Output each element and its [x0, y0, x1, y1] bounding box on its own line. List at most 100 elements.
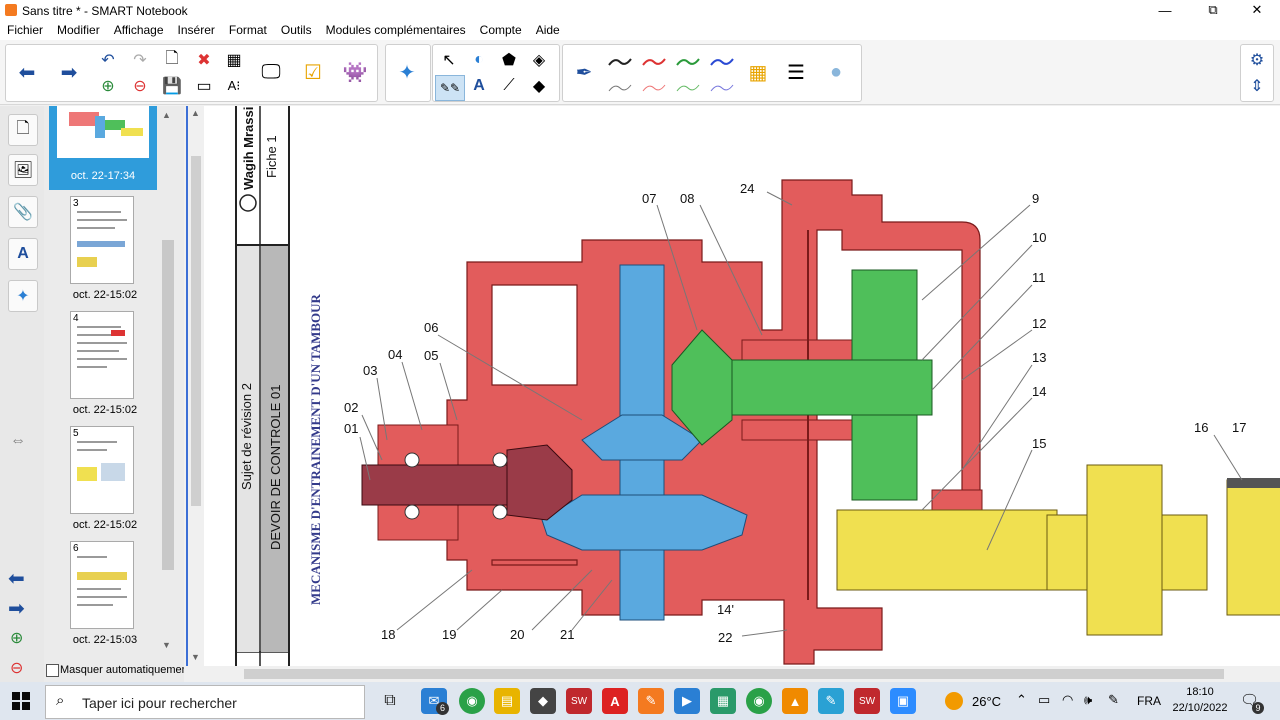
page-thumbnail[interactable]: 3	[70, 196, 134, 284]
menu-modules[interactable]: Modules complémentaires	[319, 23, 473, 37]
menu-inserer[interactable]: Insérer	[171, 23, 222, 37]
whiteboard-canvas[interactable]: Wagih Mrassi Fiche 1 Sujet de révision 2…	[186, 106, 1280, 666]
smart-notebook-icon[interactable]: ✎	[638, 688, 664, 714]
pen-green-icon[interactable]	[675, 55, 701, 69]
autohide-checkbox[interactable]	[46, 664, 59, 677]
sorter-scrollbar[interactable]: ▲ ▼	[162, 110, 174, 660]
wifi-icon[interactable]: ◠	[1062, 692, 1073, 708]
properties-icon[interactable]: A	[8, 238, 38, 270]
add-page-side-icon[interactable]: ⊕	[10, 628, 23, 648]
menu-modifier[interactable]: Modifier	[50, 23, 107, 37]
app-icon-1[interactable]: ◆	[530, 688, 556, 714]
transparency-icon[interactable]: ●	[819, 47, 853, 97]
menu-outils[interactable]: Outils	[274, 23, 319, 37]
chrome-icon-2[interactable]: ◉	[746, 688, 772, 714]
volume-icon[interactable]: 🕪	[1084, 692, 1092, 708]
pens-icon[interactable]: ✎✎	[435, 75, 465, 101]
vlc-icon[interactable]: ▲	[782, 688, 808, 714]
scroll-thumb[interactable]	[244, 669, 1224, 679]
clock-date[interactable]: 22/10/2022	[1170, 702, 1230, 714]
pen-red-icon[interactable]	[641, 55, 667, 69]
forward-arrow-icon[interactable]: ➡	[52, 47, 86, 97]
menu-fichier[interactable]: Fichier	[0, 23, 50, 37]
scroll-thumb[interactable]	[191, 156, 201, 506]
pen-black-thin-icon[interactable]	[607, 81, 633, 95]
scroll-up-icon[interactable]: ▲	[191, 108, 200, 118]
next-page-icon[interactable]: ➡	[8, 596, 25, 621]
maximize-button[interactable]: ⧉	[1190, 0, 1236, 20]
screen-shade-icon[interactable]: ▭	[190, 74, 218, 98]
page-thumbnail[interactable]: 5	[70, 426, 134, 514]
page-sorter-icon[interactable]: 🗋	[8, 114, 38, 146]
windows-start-icon[interactable]	[12, 692, 30, 710]
weather-temp[interactable]: 26°C	[972, 694, 1001, 709]
fill-icon[interactable]: ◈	[525, 48, 553, 72]
lesson-activity-icon[interactable]: ✦	[390, 47, 424, 97]
clock-time[interactable]: 18:10	[1170, 686, 1230, 698]
addons-icon[interactable]: 👾	[338, 47, 372, 97]
scroll-down-icon[interactable]: ▼	[162, 640, 171, 650]
page-thumbnail[interactable]: 6	[70, 541, 134, 629]
menu-aide[interactable]: Aide	[529, 23, 567, 37]
solidworks-icon-2[interactable]: SW	[854, 688, 880, 714]
table-icon[interactable]: ▦	[220, 48, 248, 72]
app-icon-3[interactable]: ▦	[710, 688, 736, 714]
new-page-icon[interactable]: 🗋	[158, 48, 186, 72]
task-view-icon[interactable]: ⧉	[377, 688, 403, 714]
selected-page-highlight[interactable]: oct. 22-17:34	[49, 106, 157, 190]
zoom-icon[interactable]: ▣	[890, 688, 916, 714]
acrobat-icon[interactable]: A	[602, 688, 628, 714]
pen-workspace-icon[interactable]: ✎	[1108, 692, 1119, 708]
close-button[interactable]: ✕	[1234, 0, 1280, 20]
line-icon[interactable]: ⟋	[495, 74, 523, 98]
regular-polygon-icon[interactable]: ⬟	[495, 48, 523, 72]
canvas-vertical-scrollbar[interactable]: ▲ ▼	[188, 106, 204, 666]
resize-panel-icon[interactable]: ⇔	[10, 432, 26, 450]
back-arrow-icon[interactable]: ⬅	[10, 47, 44, 97]
scroll-down-icon[interactable]: ▼	[191, 652, 200, 662]
menu-compte[interactable]: Compte	[473, 23, 529, 37]
add-page-icon[interactable]: ⊕	[94, 74, 122, 98]
app-icon-4[interactable]: ✎	[818, 688, 844, 714]
color-palette-icon[interactable]: ▦	[741, 47, 775, 97]
menu-format[interactable]: Format	[222, 23, 274, 37]
app-icon-2[interactable]: ▶	[674, 688, 700, 714]
line-style-icon[interactable]: ☰	[779, 47, 813, 97]
language-indicator[interactable]: FRA	[1137, 694, 1161, 708]
addons-tab-icon[interactable]: ✦	[8, 280, 38, 312]
weather-icon[interactable]	[945, 692, 963, 710]
previous-page-icon[interactable]: ⬅	[8, 566, 25, 591]
pen-green-thin-icon[interactable]	[675, 81, 701, 95]
gallery-icon[interactable]: 🖼	[8, 154, 38, 186]
delete-page-icon[interactable]: ⊖	[126, 74, 154, 98]
page-thumbnail-current[interactable]	[57, 106, 149, 158]
redo-icon[interactable]: ↷	[126, 48, 154, 72]
delete-page-side-icon[interactable]: ⊖	[10, 658, 23, 678]
attachments-icon[interactable]: 📎	[8, 196, 38, 228]
chevron-up-icon[interactable]: ⌃	[1016, 692, 1027, 708]
move-toolbar-icon[interactable]: ⇕	[1243, 74, 1271, 98]
response-icon[interactable]: ☑	[296, 47, 330, 97]
select-icon[interactable]: ↖	[435, 48, 463, 72]
chrome-icon[interactable]: ◉	[459, 688, 485, 714]
undo-icon[interactable]: ↶	[94, 48, 122, 72]
shapes-icon[interactable]: ◐	[465, 48, 493, 72]
minimize-button[interactable]: —	[1142, 0, 1188, 20]
page-thumbnail[interactable]: 4	[70, 311, 134, 399]
delete-icon[interactable]: ✖	[190, 48, 218, 72]
file-explorer-icon[interactable]: ▤	[494, 688, 520, 714]
scroll-up-icon[interactable]: ▲	[162, 110, 171, 120]
eraser-icon[interactable]: ◆	[525, 74, 553, 98]
canvas-horizontal-scrollbar[interactable]	[204, 666, 1280, 682]
text-icon[interactable]: A	[465, 74, 493, 98]
settings-gear-icon[interactable]: ⚙	[1243, 48, 1271, 72]
scroll-thumb[interactable]	[162, 240, 174, 570]
battery-icon[interactable]: ▭	[1038, 692, 1050, 708]
text-format-icon[interactable]: A⁝	[220, 74, 248, 98]
taskbar-search-box[interactable]: ⌕ Taper ici pour rechercher	[45, 685, 365, 719]
menu-affichage[interactable]: Affichage	[107, 23, 171, 37]
pen-red-thin-icon[interactable]	[641, 81, 667, 95]
pen-black-icon[interactable]	[607, 55, 633, 69]
screen-capture-icon[interactable]: 🖵	[254, 47, 288, 97]
save-icon[interactable]: 💾	[158, 74, 186, 98]
